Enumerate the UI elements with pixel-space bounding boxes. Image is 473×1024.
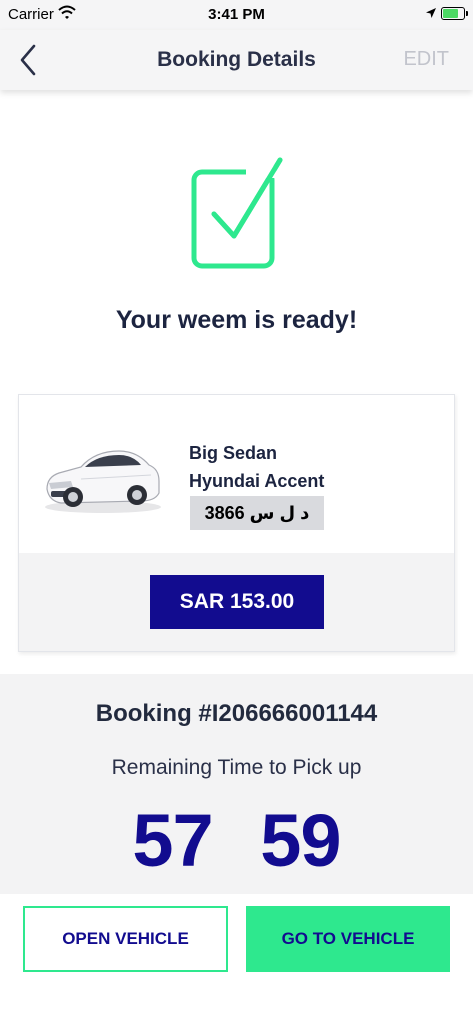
license-plate-text: د ل س 3866 — [204, 502, 310, 523]
open-vehicle-button[interactable]: OPEN VEHICLE — [23, 906, 228, 972]
go-to-vehicle-button[interactable]: GO TO VEHICLE — [246, 906, 450, 972]
booking-section: Booking #I206666001144 Remaining Time to… — [0, 674, 473, 894]
booking-details-screen: Carrier 3:41 PM Booking Details EDIT You… — [0, 0, 473, 1024]
page-title: Booking Details — [157, 48, 316, 71]
nav-bar: Booking Details EDIT — [0, 30, 473, 90]
ready-message: Your weem is ready! — [115, 306, 358, 334]
vehicle-card: Big Sedan Hyundai Accent د ل س 3866 SAR … — [18, 394, 455, 652]
location-arrow-icon — [425, 6, 437, 23]
booking-number: Booking #I206666001144 — [95, 700, 378, 727]
vehicle-model: Hyundai Accent — [189, 471, 325, 491]
price-area: SAR 153.00 — [19, 553, 454, 651]
status-bar: Carrier 3:41 PM — [0, 0, 473, 30]
car-image — [41, 431, 163, 519]
battery-charging-icon — [441, 7, 468, 20]
edit-button[interactable]: EDIT — [403, 48, 449, 71]
remaining-time-label: Remaining Time to Pick up — [111, 756, 362, 779]
countdown-timer: 57 59 — [0, 798, 473, 883]
timer-minutes: 57 — [132, 799, 213, 882]
license-plate: د ل س 3866 — [190, 496, 324, 530]
vehicle-class: Big Sedan — [189, 443, 278, 463]
timer-seconds: 59 — [260, 799, 341, 882]
price-badge: SAR 153.00 — [150, 575, 324, 629]
status-time: 3:41 PM — [208, 6, 265, 23]
checkbox-checked-icon — [186, 152, 286, 272]
